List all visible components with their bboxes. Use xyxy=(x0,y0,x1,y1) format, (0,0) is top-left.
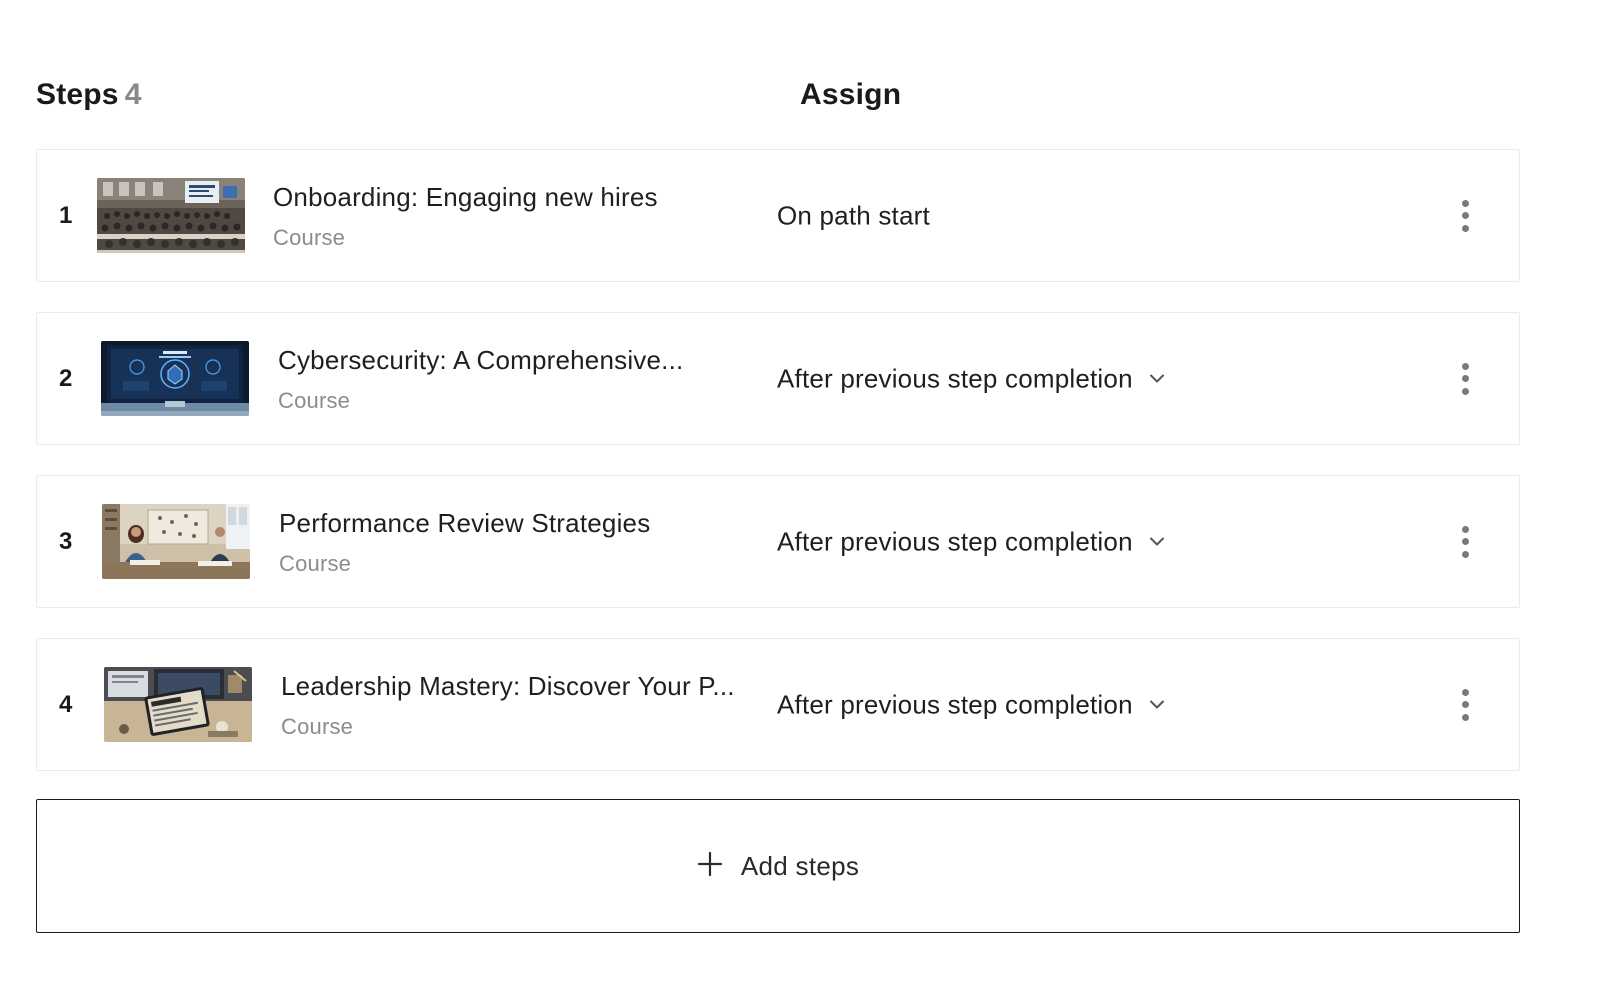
step-number: 4 xyxy=(59,690,73,718)
assign-value: After previous step completion xyxy=(777,689,1133,719)
step-number: 3 xyxy=(59,527,73,555)
plus-icon xyxy=(697,849,723,883)
step-type: Course xyxy=(273,225,346,250)
step-info: Leadership Mastery: Discover Your P... C… xyxy=(281,671,735,740)
leadership-tablet-desk-image xyxy=(104,667,252,742)
steps-title: Steps 4 xyxy=(36,78,142,112)
classroom-presentation-image xyxy=(97,178,245,253)
step-type: Course xyxy=(281,714,354,739)
step-number: 2 xyxy=(59,364,73,392)
assign-value: After previous step completion xyxy=(777,526,1133,556)
assign-trigger: On path start xyxy=(777,200,930,231)
more-options-icon[interactable] xyxy=(1455,361,1475,397)
assign-dropdown[interactable]: After previous step completion xyxy=(777,363,1167,394)
step-row[interactable]: 2 Cybersecurity: A Comprehensive... Cour… xyxy=(36,312,1520,445)
assign-value: On path start xyxy=(777,200,930,230)
step-info: Performance Review Strategies Course xyxy=(279,508,650,577)
assign-column-title: Assign xyxy=(800,78,902,111)
step-info: Cybersecurity: A Comprehensive... Course xyxy=(278,345,683,414)
steps-count: 4 xyxy=(124,78,142,111)
step-title[interactable]: Performance Review Strategies xyxy=(279,508,650,539)
cybersecurity-monitor-image xyxy=(101,341,249,416)
step-info: Onboarding: Engaging new hires Course xyxy=(273,182,658,251)
step-row[interactable]: 4 Leadership Mastery: Discover Your P...… xyxy=(36,638,1520,771)
add-steps-button[interactable]: Add steps xyxy=(36,799,1520,933)
chevron-down-icon xyxy=(1147,695,1167,715)
assign-value: After previous step completion xyxy=(777,363,1133,393)
chevron-down-icon xyxy=(1147,532,1167,552)
step-row[interactable]: 3 Performance Review Strategies Course A… xyxy=(36,475,1520,608)
step-row[interactable]: 1 Onboarding: Engaging new hires Course … xyxy=(36,149,1520,282)
step-number: 1 xyxy=(59,201,73,229)
assign-dropdown[interactable]: After previous step completion xyxy=(777,526,1167,557)
chevron-down-icon xyxy=(1147,369,1167,389)
step-title[interactable]: Cybersecurity: A Comprehensive... xyxy=(278,345,683,376)
add-steps-label: Add steps xyxy=(740,850,860,881)
more-options-icon[interactable] xyxy=(1455,198,1475,234)
step-title[interactable]: Onboarding: Engaging new hires xyxy=(273,182,658,213)
steps-label: Steps xyxy=(36,78,119,111)
assign-dropdown[interactable]: After previous step completion xyxy=(777,689,1167,720)
steps-header: Steps 4 Assign xyxy=(36,78,1520,118)
step-list: 1 Onboarding: Engaging new hires Course … xyxy=(36,149,1520,801)
performance-review-meeting-image xyxy=(102,504,250,579)
more-options-icon[interactable] xyxy=(1455,524,1475,560)
step-title[interactable]: Leadership Mastery: Discover Your P... xyxy=(281,671,735,702)
step-type: Course xyxy=(278,388,351,413)
step-type: Course xyxy=(279,551,352,576)
more-options-icon[interactable] xyxy=(1455,687,1475,723)
